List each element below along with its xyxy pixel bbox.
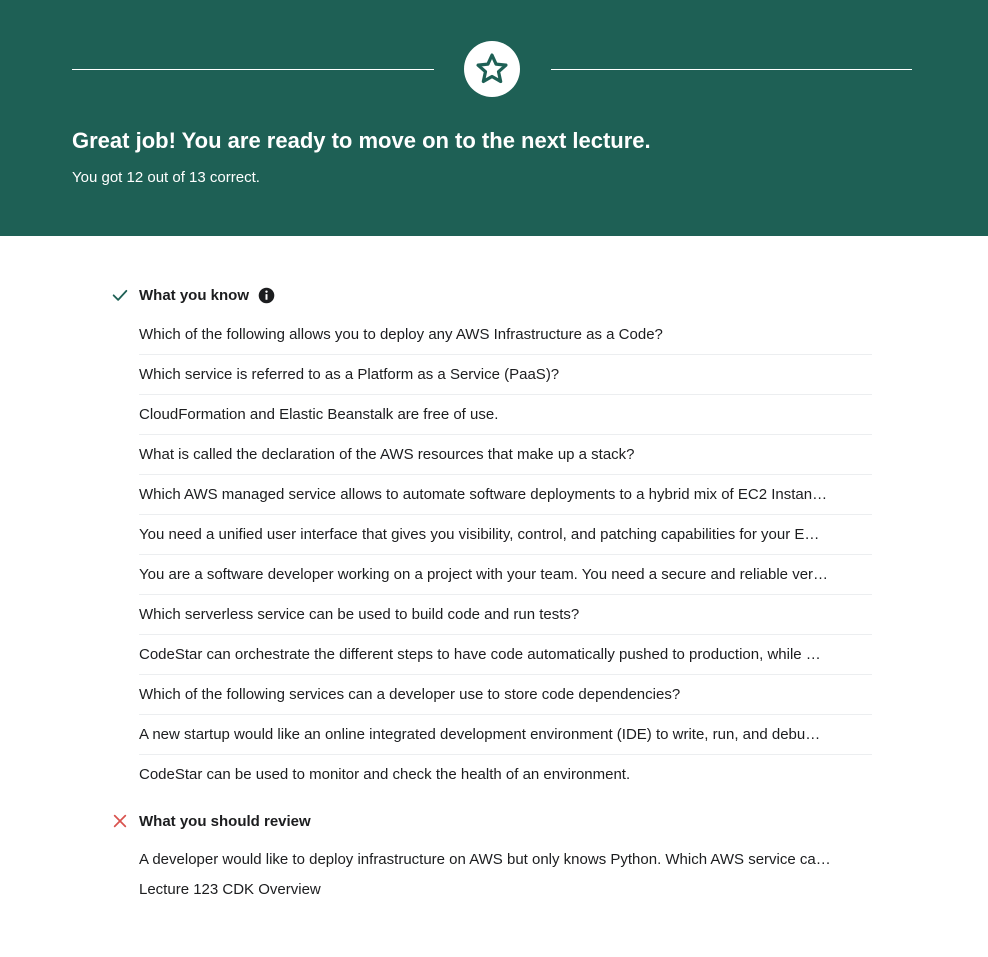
known-question-item[interactable]: Which AWS managed service allows to auto… — [139, 475, 872, 515]
known-question-item[interactable]: What is called the declaration of the AW… — [139, 435, 872, 475]
divider-left — [72, 69, 434, 70]
review-title: What you should review — [139, 812, 311, 830]
what-you-know-header: What you know — [110, 284, 275, 306]
check-icon — [110, 285, 130, 305]
known-question-item[interactable]: A new startup would like an online integ… — [139, 715, 872, 755]
known-question-item[interactable]: Which service is referred to as a Platfo… — [139, 355, 872, 395]
known-questions-list: Which of the following allows you to dep… — [139, 315, 872, 794]
results-banner: Great job! You are ready to move on to t… — [0, 0, 988, 236]
known-question-item[interactable]: Which serverless service can be used to … — [139, 595, 872, 635]
star-icon — [476, 53, 508, 84]
known-question-item[interactable]: CodeStar can orchestrate the different s… — [139, 635, 872, 675]
info-icon[interactable] — [258, 287, 275, 304]
known-question-item[interactable]: Which of the following services can a de… — [139, 675, 872, 715]
known-question-item[interactable]: You need a unified user interface that g… — [139, 515, 872, 555]
divider-right — [551, 69, 912, 70]
known-question-item[interactable]: Which of the following allows you to dep… — [139, 315, 872, 355]
known-question-item[interactable]: You are a software developer working on … — [139, 555, 872, 595]
review-header: What you should review — [110, 810, 311, 832]
review-question-item[interactable]: A developer would like to deploy infrast… — [139, 851, 875, 868]
x-icon — [110, 811, 130, 831]
known-question-item[interactable]: CloudFormation and Elastic Beanstalk are… — [139, 395, 872, 435]
review-lecture-label: Lecture 123 CDK Overview — [139, 881, 321, 898]
known-question-item[interactable]: CodeStar can be used to monitor and chec… — [139, 755, 872, 794]
results-headline: Great job! You are ready to move on to t… — [72, 128, 651, 153]
what-you-know-title: What you know — [139, 286, 249, 304]
star-badge — [464, 41, 520, 97]
score-summary: You got 12 out of 13 correct. — [72, 169, 260, 186]
